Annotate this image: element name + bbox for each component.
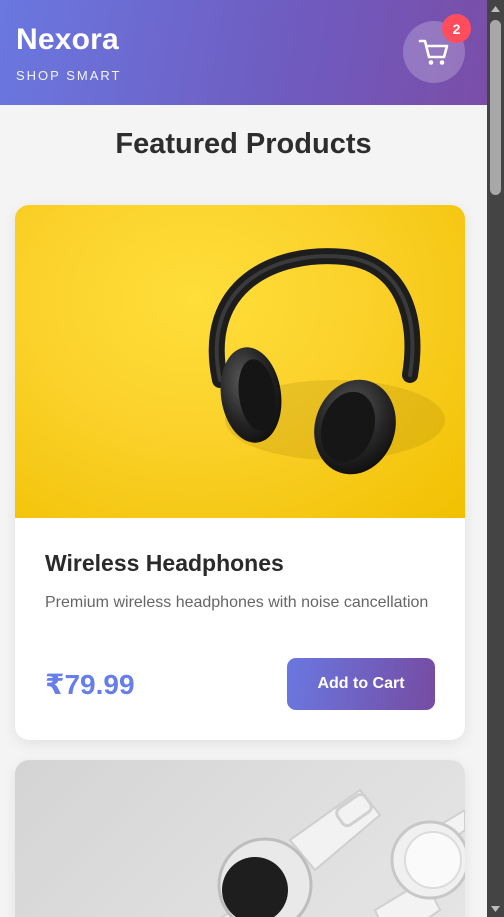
add-to-cart-button[interactable]: Add to Cart xyxy=(287,658,435,710)
product-price: ₹79.99 xyxy=(45,669,135,700)
section-title: Featured Products xyxy=(115,128,372,160)
brand[interactable]: Nexora SHOP SMART xyxy=(16,22,121,83)
product-card xyxy=(15,760,465,917)
smartwatch-illustration xyxy=(217,788,465,917)
scroll-up-arrow-icon[interactable] xyxy=(487,0,504,17)
headphones-illustration xyxy=(208,248,445,475)
cart-icon xyxy=(418,39,449,65)
app-header: Nexora SHOP SMART 2 xyxy=(0,0,487,105)
vertical-scrollbar[interactable] xyxy=(487,0,504,917)
cart-count-badge: 2 xyxy=(442,14,471,43)
brand-name: Nexora xyxy=(16,23,119,56)
smartwatch-image[interactable] xyxy=(15,760,465,917)
product-description: Premium wireless headphones with noise c… xyxy=(45,594,429,611)
page-viewport: Nexora SHOP SMART 2 Featured Products Wi… xyxy=(0,0,487,917)
scrollbar-thumb[interactable] xyxy=(490,20,501,195)
product-title[interactable]: Wireless Headphones xyxy=(45,550,435,577)
headphones-image[interactable] xyxy=(15,205,465,518)
brand-tagline: SHOP SMART xyxy=(16,68,122,83)
scroll-down-arrow-icon[interactable] xyxy=(487,900,504,917)
product-info: Wireless Headphones Premium wireless hea… xyxy=(45,550,435,615)
product-card: Wireless Headphones Premium wireless hea… xyxy=(15,205,465,740)
